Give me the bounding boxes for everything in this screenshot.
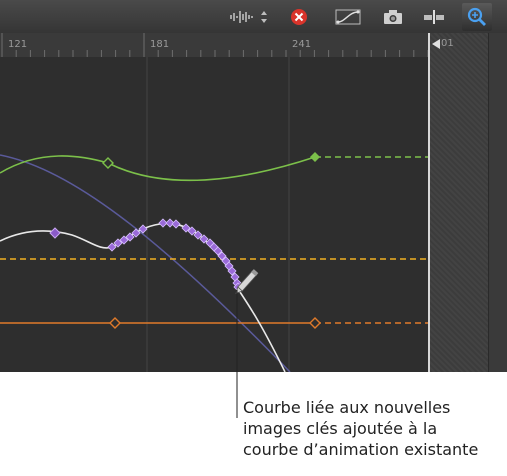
play-range-end-label: 01 — [441, 38, 454, 49]
keyframe-editor: 121 181 241 01 — [0, 0, 507, 372]
new-keyframes-group — [107, 218, 243, 292]
ruler-tick-121: 121 — [8, 39, 28, 50]
keyframe[interactable] — [309, 317, 321, 329]
ruler-tick-241: 241 — [292, 39, 312, 50]
curve-fit-icon[interactable] — [333, 6, 363, 28]
keyframe[interactable] — [171, 219, 181, 229]
play-range-end-icon[interactable] — [432, 39, 440, 49]
ruler-tick-181: 181 — [150, 39, 170, 50]
timeline-ruler[interactable]: 121 181 241 — [0, 33, 430, 58]
callout-text: Courbe liée aux nouvelles images clés aj… — [243, 397, 507, 460]
vertical-scrollbar[interactable] — [488, 33, 507, 372]
blue-curve[interactable] — [0, 154, 291, 372]
keyframe[interactable] — [49, 227, 61, 239]
camera-icon[interactable] — [380, 6, 406, 28]
animation-curve[interactable] — [0, 222, 286, 372]
playhead[interactable] — [428, 33, 430, 372]
curve-graph[interactable] — [0, 57, 430, 372]
zoom-icon[interactable] — [462, 3, 492, 31]
ruler-ticks — [1, 33, 429, 57]
keyframe[interactable] — [109, 317, 121, 329]
close-circle-icon[interactable] — [288, 6, 310, 28]
snap-icon[interactable] — [420, 6, 448, 28]
callout-line-2: images clés ajoutée à la — [243, 419, 438, 438]
keyframe[interactable] — [102, 157, 114, 169]
callout-line-1: Courbe liée aux nouvelles — [243, 398, 451, 417]
keyframe[interactable] — [310, 152, 320, 162]
callout-line-3: courbe d’animation existante — [243, 440, 479, 459]
green-curve[interactable] — [0, 155, 316, 182]
audio-waveform-icon[interactable] — [228, 6, 256, 28]
toolbar — [0, 0, 507, 34]
updown-arrows-icon[interactable] — [258, 6, 270, 28]
